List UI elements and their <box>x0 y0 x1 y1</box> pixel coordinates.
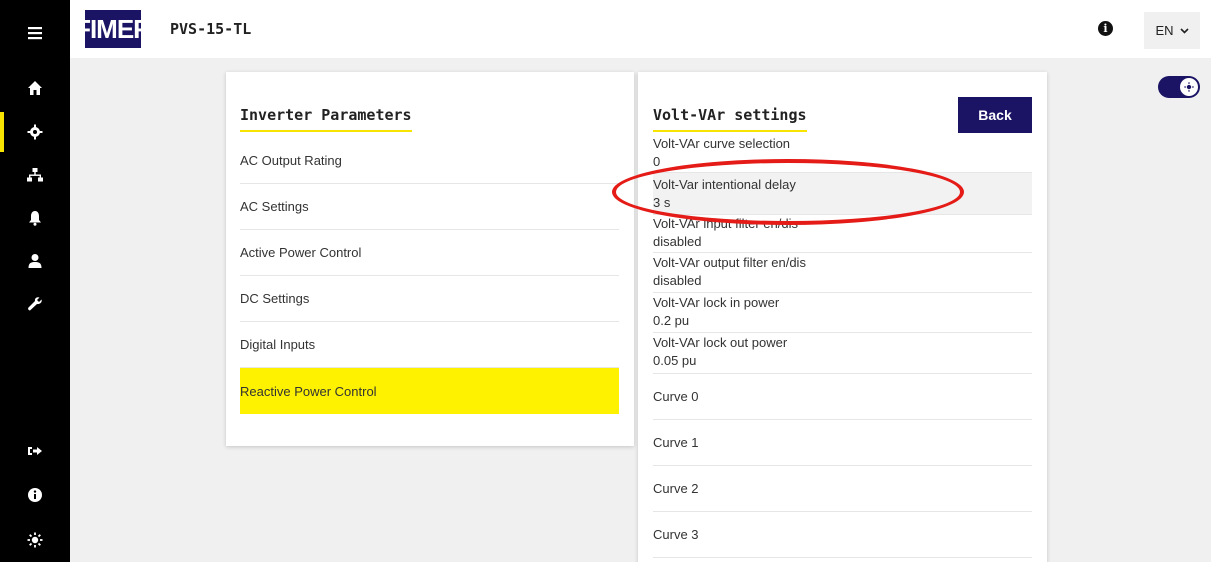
param-lock-in-power[interactable]: Volt-VAr lock in power 0.2 pu <box>653 294 1032 333</box>
param-lock-out-power[interactable]: Volt-VAr lock out power 0.05 pu <box>653 334 1032 374</box>
curve-item-0[interactable]: Curve 0 <box>653 374 1032 420</box>
param-input-filter[interactable]: Volt-VAr input filter en/dis disabled <box>653 215 1032 253</box>
menu-item-active-power-control[interactable]: Active Power Control <box>240 230 619 276</box>
network-icon[interactable] <box>0 160 70 190</box>
curve-item-2[interactable]: Curve 2 <box>653 466 1032 512</box>
param-value: 3 s <box>653 195 671 210</box>
device-name: PVS-15-TL <box>170 20 252 38</box>
bell-icon[interactable] <box>0 203 70 233</box>
gear-icon[interactable] <box>0 112 70 152</box>
sun-icon[interactable] <box>0 525 70 555</box>
param-value: 0.05 pu <box>653 353 697 368</box>
hamburger-icon[interactable] <box>0 18 70 48</box>
logout-icon[interactable] <box>0 436 70 466</box>
sun-icon <box>1180 78 1198 96</box>
menu-item-digital-inputs[interactable]: Digital Inputs <box>240 322 619 368</box>
param-output-filter[interactable]: Volt-VAr output filter en/dis disabled <box>653 254 1032 293</box>
menu-item-label: Reactive Power Control <box>240 383 377 399</box>
info-icon[interactable] <box>0 480 70 510</box>
param-intentional-delay[interactable]: Volt-Var intentional delay 3 s <box>653 173 1032 215</box>
param-curve-selection[interactable]: Volt-VAr curve selection 0 <box>653 135 1032 173</box>
param-value: 0 <box>653 154 661 169</box>
wrench-icon[interactable] <box>0 289 70 319</box>
menu-item-ac-settings[interactable]: AC Settings <box>240 184 619 230</box>
home-icon[interactable] <box>0 73 70 103</box>
curve-item-1[interactable]: Curve 1 <box>653 420 1032 466</box>
menu-item-label: Active Power Control <box>240 245 362 260</box>
param-label: Volt-VAr input filter en/dis <box>653 216 798 231</box>
chevron-down-icon <box>1179 27 1189 34</box>
fimer-logo: FIMER <box>75 10 152 48</box>
sidebar <box>0 0 70 562</box>
param-label: Volt-VAr output filter en/dis <box>653 255 806 270</box>
card-title: Volt-VAr settings <box>653 106 807 132</box>
param-label: Volt-VAr lock in power <box>653 295 780 310</box>
curve-item-3[interactable]: Curve 3 <box>653 512 1032 558</box>
curve-label: Curve 2 <box>653 481 699 496</box>
menu-item-label: Digital Inputs <box>240 337 316 352</box>
param-value: disabled <box>653 234 702 249</box>
back-button[interactable]: Back <box>958 97 1032 133</box>
menu-item-label: AC Settings <box>240 199 309 214</box>
info-icon[interactable]: i <box>1098 21 1113 36</box>
theme-toggle[interactable] <box>1158 76 1200 98</box>
curve-label: Curve 3 <box>653 527 699 542</box>
header: FIMER PVS-15-TL i EN <box>70 0 1211 58</box>
param-value: disabled <box>653 273 702 288</box>
curve-label: Curve 0 <box>653 389 699 404</box>
menu-item-label: AC Output Rating <box>240 153 342 168</box>
curve-label: Curve 1 <box>653 435 699 450</box>
param-value: 0.2 pu <box>653 313 690 328</box>
menu-item-reactive-power-control[interactable]: Reactive Power Control <box>240 368 619 414</box>
language-selector[interactable]: EN <box>1144 12 1200 49</box>
inverter-parameters-card: Inverter Parameters AC Output Rating AC … <box>226 72 634 446</box>
param-label: Volt-Var intentional delay <box>653 177 796 192</box>
language-label: EN <box>1155 23 1174 38</box>
param-label: Volt-VAr curve selection <box>653 136 791 151</box>
menu-item-label: DC Settings <box>240 291 310 306</box>
card-title: Inverter Parameters <box>240 106 412 132</box>
param-label: Volt-VAr lock out power <box>653 335 788 350</box>
volt-var-settings-card: Volt-VAr settings Back Volt-VAr curve se… <box>638 72 1047 562</box>
user-icon[interactable] <box>0 246 70 276</box>
menu-item-ac-output-rating[interactable]: AC Output Rating <box>240 138 619 184</box>
menu-item-dc-settings[interactable]: DC Settings <box>240 276 619 322</box>
